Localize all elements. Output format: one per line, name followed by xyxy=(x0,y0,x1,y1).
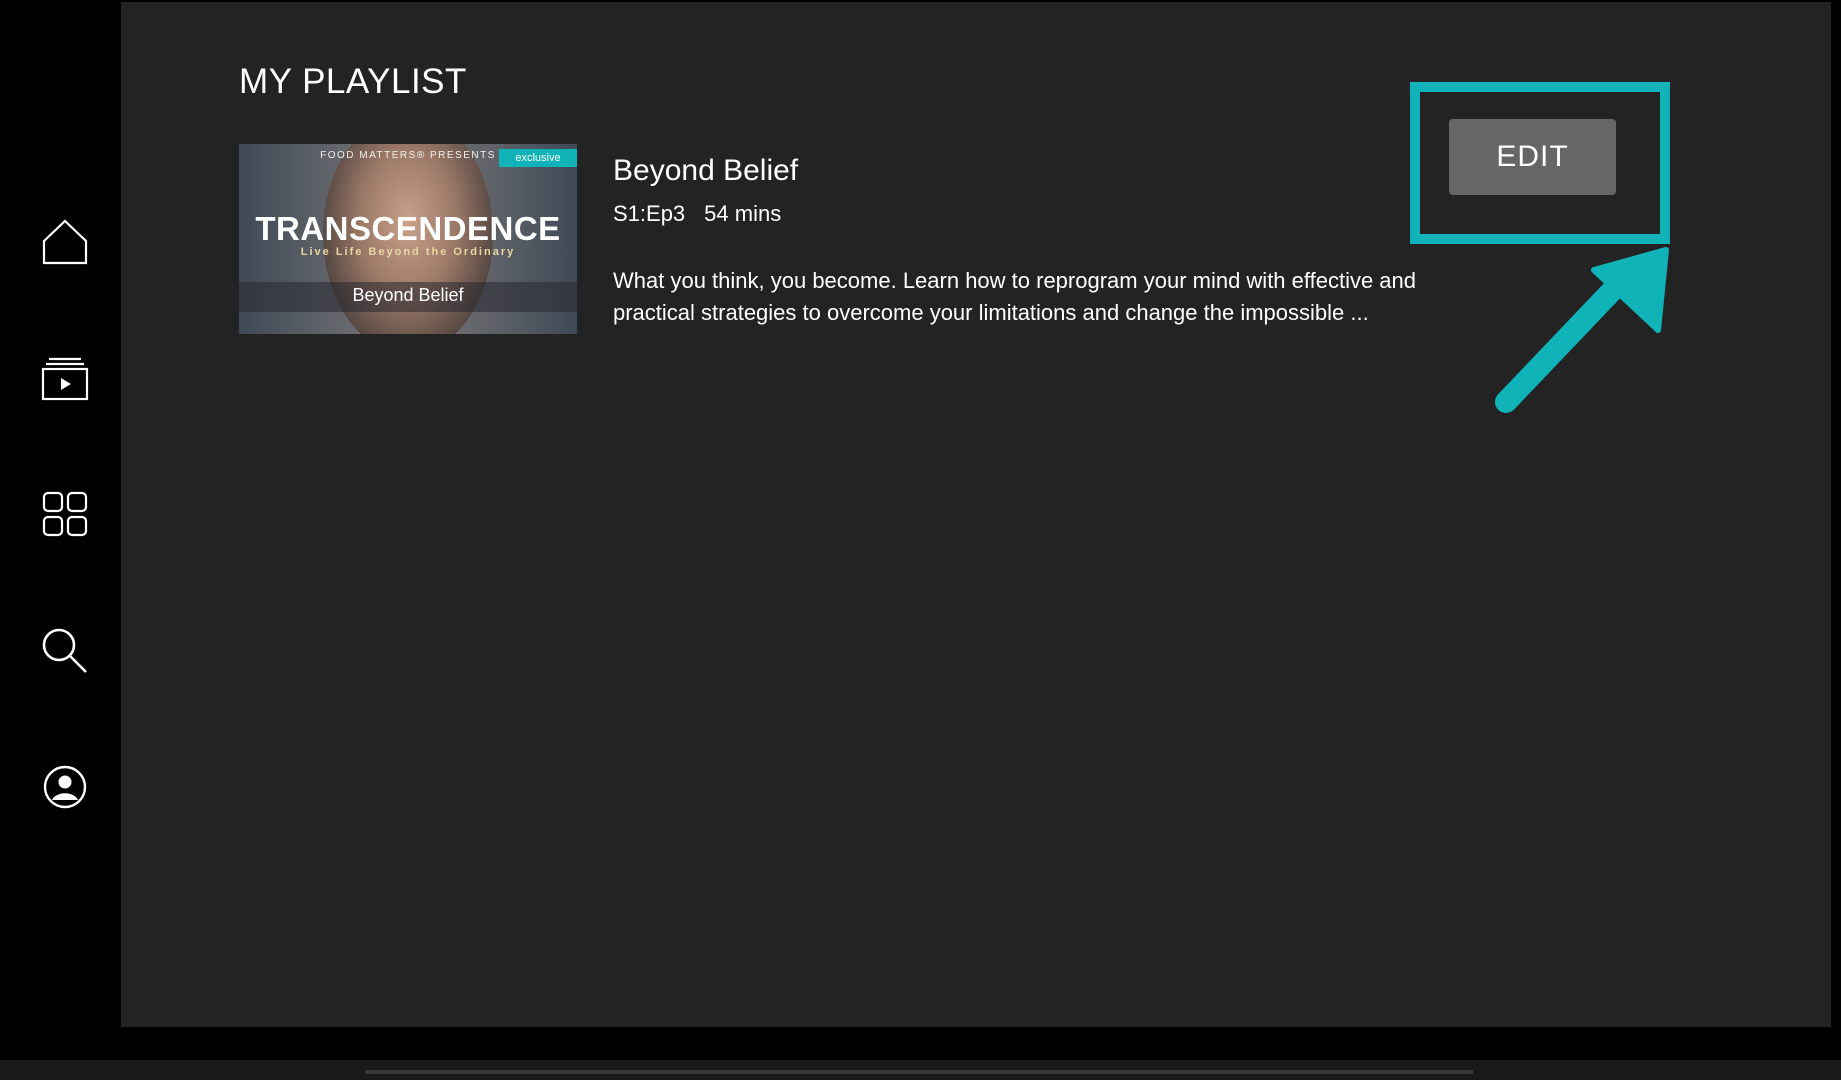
episode-number: S1:Ep3 xyxy=(613,201,686,226)
search-icon[interactable] xyxy=(40,626,90,676)
thumbnail-episode-title: Beyond Belief xyxy=(352,285,464,305)
exclusive-badge: exclusive xyxy=(499,149,577,167)
library-icon[interactable] xyxy=(40,355,90,405)
edit-button[interactable]: EDIT xyxy=(1449,119,1616,195)
home-icon[interactable] xyxy=(40,217,90,267)
episode-thumbnail[interactable]: FOOD MATTERS® PRESENTS exclusive TRANSCE… xyxy=(239,144,577,334)
episode-duration: 54 mins xyxy=(704,201,782,226)
grid-icon[interactable] xyxy=(40,489,90,539)
page-title: MY PLAYLIST xyxy=(239,62,467,101)
thumbnail-tagline: Live Life Beyond the Ordinary xyxy=(300,246,516,258)
profile-icon[interactable] xyxy=(40,762,90,812)
pointer-arrow-icon xyxy=(1495,247,1669,413)
episode-meta: S1:Ep3 54 mins xyxy=(613,201,781,227)
episode-description: What you think, you become. Learn how to… xyxy=(613,268,1417,325)
episode-title[interactable]: Beyond Belief xyxy=(613,154,798,188)
thumbnail-brand-title: TRANSCENDENCE xyxy=(255,210,561,247)
bottom-scroll-track xyxy=(365,1070,1473,1074)
bottom-bar xyxy=(0,1060,1841,1080)
app-frame: MY PLAYLIST FOOD MATTERS® PRESENTS exclu… xyxy=(0,0,1841,1080)
sidebar-nav xyxy=(0,0,121,1027)
